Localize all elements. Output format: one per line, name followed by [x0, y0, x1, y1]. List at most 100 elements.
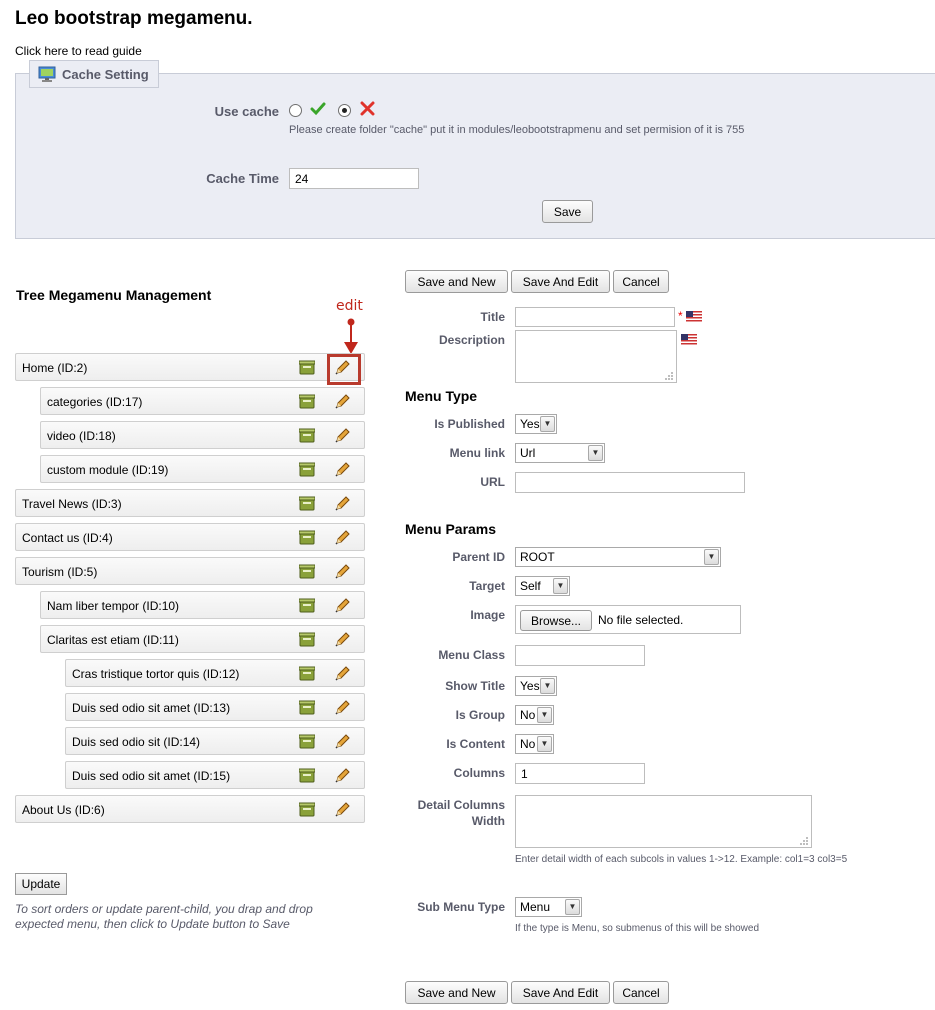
tree-item[interactable]: categories (ID:17) [40, 387, 365, 415]
use-cache-hint: Please create folder "cache" put it in m… [289, 124, 745, 136]
resize-grip-icon[interactable] [799, 835, 809, 845]
tree-item[interactable]: Tourism (ID:5) [15, 557, 365, 585]
trash-icon[interactable] [298, 598, 316, 613]
trash-icon[interactable] [298, 496, 316, 511]
tree-item[interactable]: Cras tristique tortor quis (ID:12) [65, 659, 365, 687]
detail-columns-label: Detail Columns Width [385, 798, 505, 828]
tree-item[interactable]: video (ID:18) [40, 421, 365, 449]
pencil-icon[interactable] [334, 428, 350, 444]
is-group-label: Is Group [455, 708, 505, 722]
menu-class-label: Menu Class [438, 648, 505, 662]
use-cache-yes-radio[interactable] [289, 104, 302, 117]
trash-icon[interactable] [298, 700, 316, 715]
trash-icon[interactable] [298, 632, 316, 647]
read-guide-link[interactable]: Click here to read guide [15, 44, 142, 58]
target-label: Target [469, 579, 505, 593]
parent-id-value: ROOT [520, 550, 555, 564]
menu-params-heading: Menu Params [405, 521, 497, 537]
tree-title: Tree Megamenu Management [16, 287, 212, 303]
is-published-select[interactable]: Yes ▼ [515, 414, 557, 434]
url-input[interactable] [515, 472, 745, 493]
update-button[interactable]: Update [15, 873, 67, 895]
trash-icon[interactable] [298, 564, 316, 579]
tree-item[interactable]: Home (ID:2) [15, 353, 365, 381]
detail-columns-hint: Enter detail width of each subcols in va… [515, 854, 848, 865]
tree-item[interactable]: Duis sed odio sit amet (ID:15) [65, 761, 365, 789]
tree-item[interactable]: custom module (ID:19) [40, 455, 365, 483]
target-select[interactable]: Self ▼ [515, 576, 570, 596]
tree-item-label: video (ID:18) [47, 429, 116, 443]
pencil-icon[interactable] [334, 564, 350, 580]
save-and-new-button-top[interactable]: Save and New [405, 270, 508, 293]
resize-grip-icon[interactable] [664, 370, 674, 380]
parent-id-label: Parent ID [452, 550, 505, 564]
cache-save-button[interactable]: Save [542, 200, 593, 223]
show-title-label: Show Title [445, 679, 505, 693]
tree-item[interactable]: Nam liber tempor (ID:10) [40, 591, 365, 619]
pencil-icon[interactable] [334, 632, 350, 648]
tree-item[interactable]: Claritas est etiam (ID:11) [40, 625, 365, 653]
tree-item-label: Duis sed odio sit (ID:14) [72, 735, 201, 749]
chevron-down-icon: ▼ [565, 899, 580, 915]
menu-link-select[interactable]: Url ▼ [515, 443, 605, 463]
tree-item-label: Cras tristique tortor quis (ID:12) [72, 667, 240, 681]
description-textarea[interactable] [515, 330, 677, 383]
image-file-input[interactable]: Browse... No file selected. [515, 605, 741, 634]
us-flag-icon[interactable] [686, 311, 702, 322]
trash-icon[interactable] [298, 768, 316, 783]
trash-icon[interactable] [298, 428, 316, 443]
pencil-icon[interactable] [334, 462, 350, 478]
pencil-icon[interactable] [334, 496, 350, 512]
cache-time-input[interactable] [289, 168, 419, 189]
pencil-icon[interactable] [334, 530, 350, 546]
save-and-edit-button-bottom[interactable]: Save And Edit [511, 981, 610, 1004]
sub-menu-type-select[interactable]: Menu ▼ [515, 897, 582, 917]
tree-item-label: About Us (ID:6) [22, 803, 105, 817]
tree-item-label: Duis sed odio sit amet (ID:15) [72, 769, 231, 783]
parent-id-select[interactable]: ROOT ▼ [515, 547, 721, 567]
trash-icon[interactable] [298, 666, 316, 681]
menu-class-input[interactable] [515, 645, 645, 666]
use-cache-label: Use cache [214, 104, 279, 119]
chevron-down-icon: ▼ [704, 549, 719, 565]
trash-icon[interactable] [298, 530, 316, 545]
tree-item[interactable]: Duis sed odio sit (ID:14) [65, 727, 365, 755]
save-and-edit-button-top[interactable]: Save And Edit [511, 270, 610, 293]
check-icon [310, 101, 326, 120]
tree-item-label: Duis sed odio sit amet (ID:13) [72, 701, 231, 715]
is-group-select[interactable]: No ▼ [515, 705, 554, 725]
trash-icon[interactable] [298, 462, 316, 477]
trash-icon[interactable] [298, 802, 316, 817]
tree-item[interactable]: Duis sed odio sit amet (ID:13) [65, 693, 365, 721]
pencil-icon[interactable] [334, 802, 350, 818]
callout-arrow-icon [343, 318, 359, 358]
pencil-icon[interactable] [334, 598, 350, 614]
save-and-new-button-bottom[interactable]: Save and New [405, 981, 508, 1004]
tree-item[interactable]: Travel News (ID:3) [15, 489, 365, 517]
pencil-icon[interactable] [334, 768, 350, 784]
use-cache-no-radio[interactable] [338, 104, 351, 117]
is-content-select[interactable]: No ▼ [515, 734, 554, 754]
trash-icon[interactable] [298, 394, 316, 409]
cancel-button-top[interactable]: Cancel [613, 270, 669, 293]
required-mark: * [678, 309, 683, 323]
us-flag-icon[interactable] [681, 334, 697, 345]
is-group-value: No [520, 708, 536, 722]
pencil-icon[interactable] [334, 734, 350, 750]
tree-item-label: categories (ID:17) [47, 395, 143, 409]
tree-item[interactable]: About Us (ID:6) [15, 795, 365, 823]
tree-item[interactable]: Contact us (ID:4) [15, 523, 365, 551]
trash-icon[interactable] [298, 734, 316, 749]
trash-icon[interactable] [298, 360, 316, 375]
tree-item-label: Home (ID:2) [22, 361, 88, 375]
pencil-icon[interactable] [334, 666, 350, 682]
chevron-down-icon: ▼ [537, 736, 552, 752]
pencil-icon[interactable] [334, 700, 350, 716]
cancel-button-bottom[interactable]: Cancel [613, 981, 669, 1004]
browse-button[interactable]: Browse... [520, 610, 592, 631]
title-input[interactable] [515, 307, 675, 327]
show-title-select[interactable]: Yes ▼ [515, 676, 557, 696]
columns-input[interactable] [515, 763, 645, 784]
detail-columns-textarea[interactable] [515, 795, 812, 848]
pencil-icon[interactable] [334, 394, 350, 410]
